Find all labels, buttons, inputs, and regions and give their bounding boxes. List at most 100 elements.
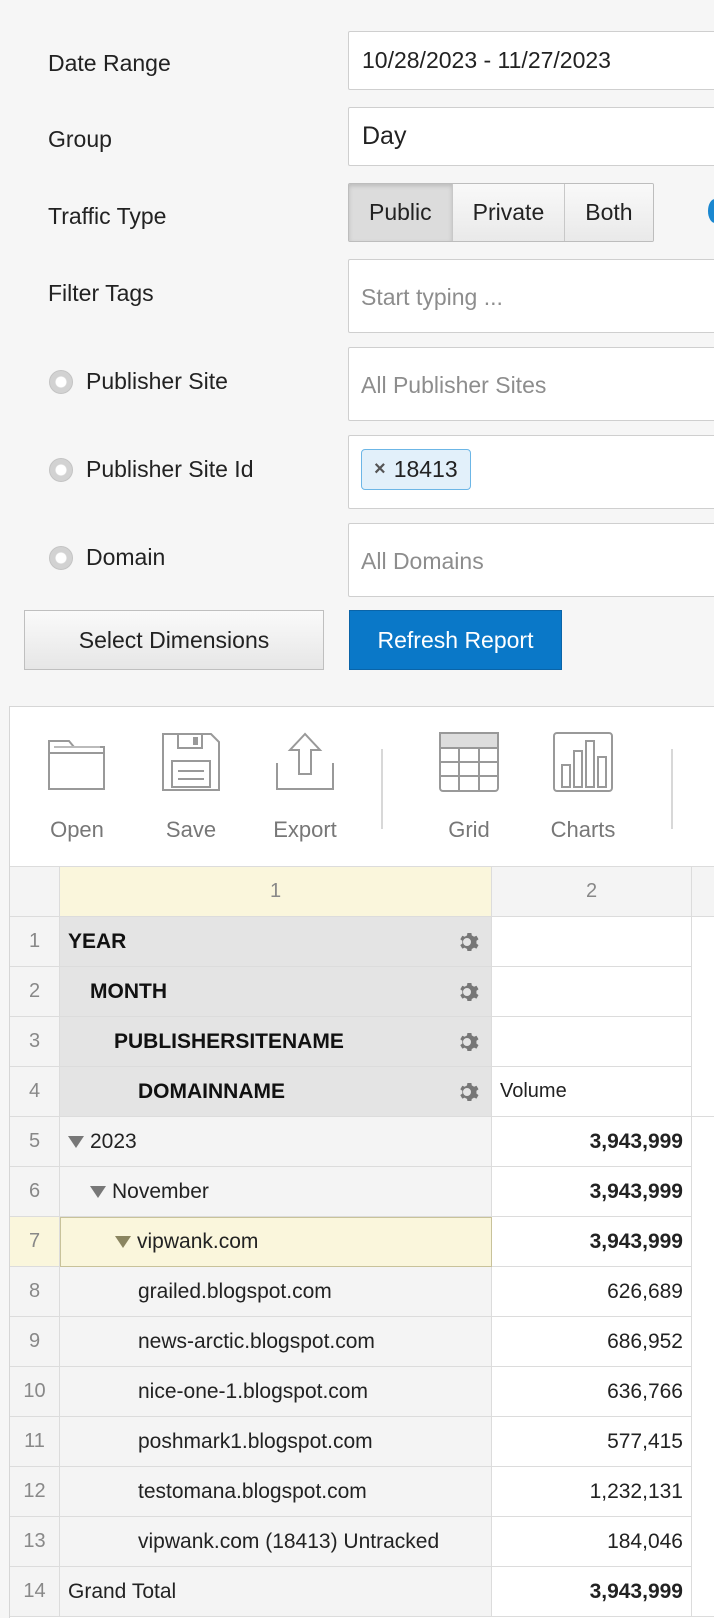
dimension-label: PUBLISHERSITENAME — [114, 1029, 344, 1053]
bar-chart-icon — [553, 732, 613, 792]
select-dimensions-button[interactable]: Select Dimensions — [24, 610, 324, 670]
pivot-toolbar: Open Save Export Grid Charts — [10, 707, 714, 867]
date-range-input[interactable]: 10/28/2023 - 11/27/2023 — [348, 31, 714, 90]
row-label-text: November — [112, 1179, 209, 1203]
collapse-icon[interactable] — [90, 1185, 106, 1198]
traffic-both-button[interactable]: Both — [565, 184, 653, 241]
row-value: 1,232,131 — [492, 1467, 692, 1517]
publisher-site-label: Publisher Site — [86, 368, 228, 394]
pivot-panel: Open Save Export Grid Charts 1 2 1 2 3 4… — [9, 706, 714, 1618]
row-number: 14 — [10, 1567, 60, 1617]
filter-tags-input[interactable]: Start typing ... — [348, 259, 714, 333]
group-value: Day — [362, 122, 407, 150]
domain-label: Domain — [86, 544, 166, 570]
toolbar-divider — [381, 749, 383, 829]
export-button[interactable]: Export — [255, 731, 355, 843]
empty-cell — [692, 1117, 714, 1617]
row-number: 1 — [10, 917, 60, 967]
filter-tags-label: Filter Tags — [48, 280, 154, 306]
traffic-public-button[interactable]: Public — [349, 184, 453, 241]
row-label-grand-total[interactable]: Grand Total — [60, 1567, 492, 1617]
row-number: 5 — [10, 1117, 60, 1167]
domain-placeholder: All Domains — [361, 548, 484, 574]
publisher-site-id-input[interactable]: × 18413 — [348, 435, 714, 509]
domain-radio[interactable] — [49, 546, 73, 570]
dimension-label: DOMAINNAME — [138, 1079, 285, 1103]
export-icon — [276, 732, 334, 790]
grand-total-value: 3,943,999 — [492, 1567, 692, 1617]
publisher-site-id-label: Publisher Site Id — [86, 456, 254, 482]
floppy-disk-icon — [162, 733, 220, 791]
charts-button[interactable]: Charts — [533, 731, 633, 843]
row-label-text: 2023 — [90, 1129, 137, 1153]
grid-button[interactable]: Grid — [419, 731, 519, 843]
row-label-domain[interactable]: poshmark1.blogspot.com — [60, 1417, 492, 1467]
dimension-header-domainname[interactable]: DOMAINNAME — [60, 1067, 492, 1117]
row-label-domain[interactable]: grailed.blogspot.com — [60, 1267, 492, 1317]
row-value: 3,943,999 — [492, 1217, 692, 1267]
publisher-site-id-radio[interactable] — [49, 458, 73, 482]
row-label-domain[interactable]: testomana.blogspot.com — [60, 1467, 492, 1517]
publisher-site-input[interactable]: All Publisher Sites — [348, 347, 714, 421]
open-label: Open — [50, 817, 104, 842]
row-value: 3,943,999 — [492, 1167, 692, 1217]
chip-remove-icon[interactable]: × — [374, 458, 386, 481]
empty-cell — [492, 917, 692, 967]
row-number: 13 — [10, 1517, 60, 1567]
traffic-type-label: Traffic Type — [48, 203, 167, 229]
row-number: 4 — [10, 1067, 60, 1117]
group-select[interactable]: Day — [348, 107, 714, 166]
row-value: 626,689 — [492, 1267, 692, 1317]
open-button[interactable]: Open — [27, 731, 127, 843]
column-header-1[interactable]: 1 — [60, 867, 492, 917]
domain-input[interactable]: All Domains — [348, 523, 714, 597]
gear-icon[interactable] — [457, 1030, 481, 1054]
corner-cell — [10, 867, 60, 917]
row-label-domain[interactable]: news-arctic.blogspot.com — [60, 1317, 492, 1367]
row-label-month[interactable]: November — [60, 1167, 492, 1217]
dimension-header-year[interactable]: YEAR — [60, 917, 492, 967]
row-number: 11 — [10, 1417, 60, 1467]
row-number: 7 — [10, 1217, 60, 1267]
row-number: 12 — [10, 1467, 60, 1517]
collapse-icon[interactable] — [115, 1236, 131, 1248]
refresh-report-button[interactable]: Refresh Report — [349, 610, 562, 670]
info-icon[interactable] — [708, 199, 714, 223]
measure-header-volume[interactable]: Volume — [492, 1067, 692, 1117]
row-label-domain[interactable]: vipwank.com (18413) Untracked — [60, 1517, 492, 1567]
date-range-value: 10/28/2023 - 11/27/2023 — [362, 47, 611, 73]
row-number: 8 — [10, 1267, 60, 1317]
row-label-domain[interactable]: nice-one-1.blogspot.com — [60, 1367, 492, 1417]
gear-icon[interactable] — [457, 1080, 481, 1104]
empty-cell — [492, 1017, 692, 1067]
traffic-type-toggle: Public Private Both — [348, 183, 654, 242]
row-number: 10 — [10, 1367, 60, 1417]
dimension-label: MONTH — [90, 979, 167, 1003]
traffic-private-button[interactable]: Private — [452, 184, 566, 241]
gear-icon[interactable] — [457, 930, 481, 954]
row-label-text: vipwank.com — [137, 1230, 259, 1253]
publisher-site-radio[interactable] — [49, 370, 73, 394]
row-number: 6 — [10, 1167, 60, 1217]
filter-tags-placeholder: Start typing ... — [361, 284, 503, 310]
save-label: Save — [165, 817, 217, 842]
row-label-site[interactable]: vipwank.com — [60, 1217, 492, 1267]
column-header-2[interactable]: 2 — [492, 867, 692, 917]
dimension-header-month[interactable]: MONTH — [60, 967, 492, 1017]
save-button[interactable]: Save — [141, 731, 241, 843]
row-number: 2 — [10, 967, 60, 1017]
grid-icon — [439, 732, 499, 792]
collapse-icon[interactable] — [68, 1135, 84, 1148]
row-value: 636,766 — [492, 1367, 692, 1417]
toolbar-divider — [671, 749, 673, 829]
folder-icon — [48, 740, 105, 790]
row-label-year[interactable]: 2023 — [60, 1117, 492, 1167]
row-number: 9 — [10, 1317, 60, 1367]
publisher-site-placeholder: All Publisher Sites — [361, 372, 547, 398]
dimension-header-publishersitename[interactable]: PUBLISHERSITENAME — [60, 1017, 492, 1067]
gear-icon[interactable] — [457, 980, 481, 1004]
column-header-3[interactable] — [692, 867, 714, 917]
empty-cell — [492, 967, 692, 1017]
charts-label: Charts — [550, 817, 616, 842]
site-id-chip-value: 18413 — [393, 456, 458, 482]
